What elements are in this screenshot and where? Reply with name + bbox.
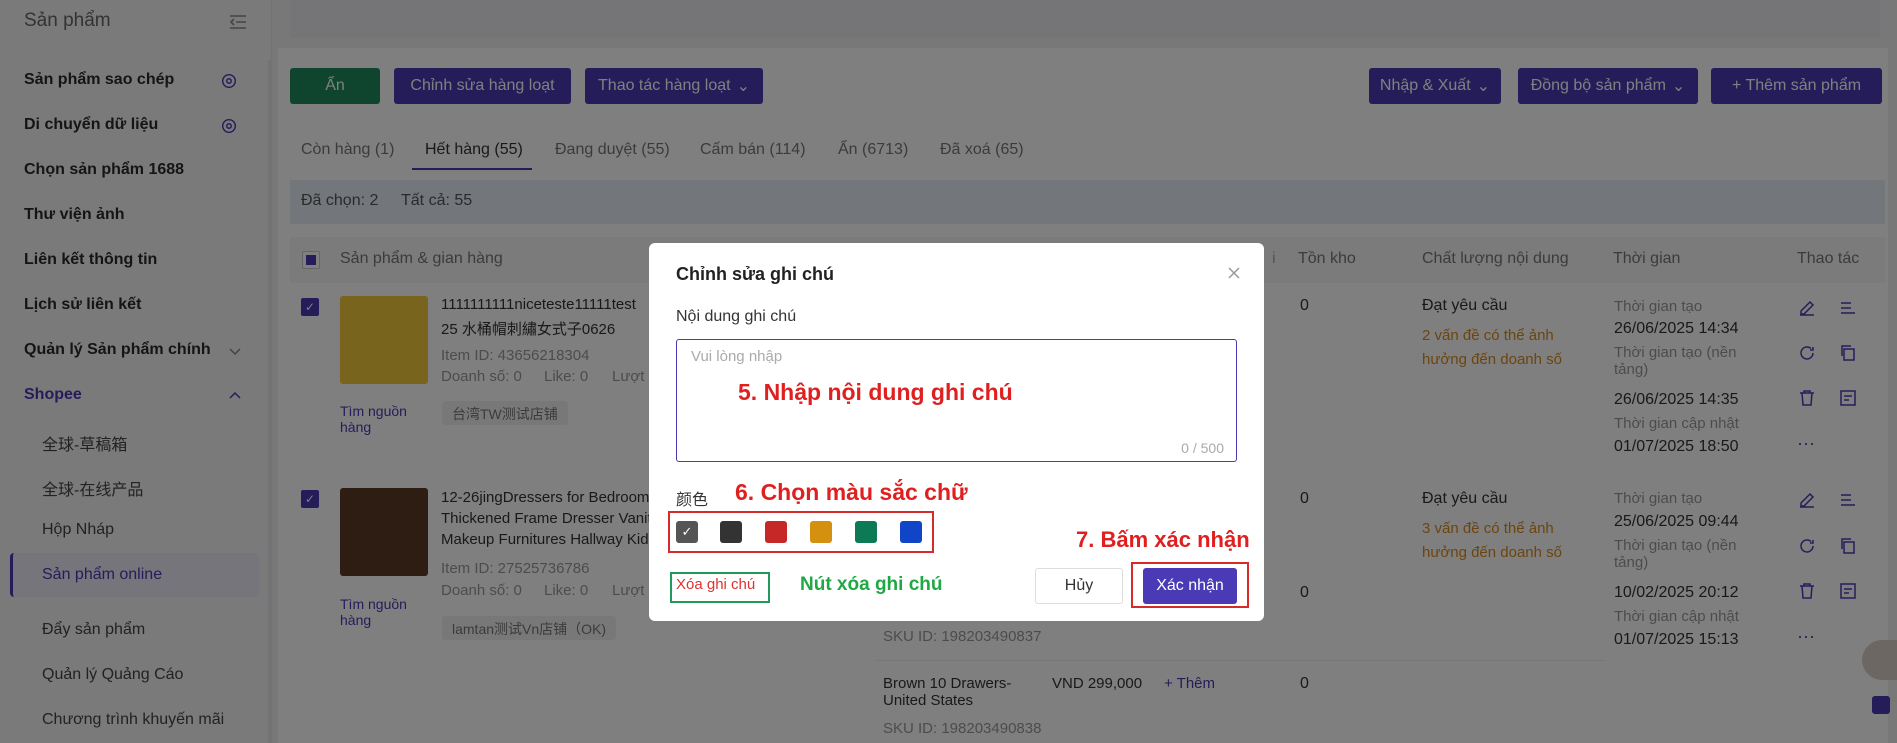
modal-title: Chỉnh sửa ghi chú — [676, 264, 835, 284]
color-swatch-red[interactable] — [765, 521, 787, 543]
note-label: Nội dung ghi chú — [676, 308, 797, 325]
confirm-button[interactable]: Xác nhận — [1143, 568, 1237, 604]
note-placeholder: Vui lòng nhập — [691, 348, 783, 365]
color-swatch-black[interactable] — [720, 521, 742, 543]
color-swatch-blue[interactable] — [900, 521, 922, 543]
annotation-clear-note: Nút xóa ghi chú — [800, 574, 943, 595]
cancel-button[interactable]: Hủy — [1035, 568, 1123, 604]
close-icon[interactable] — [1226, 265, 1242, 281]
color-label: 颜色 — [676, 492, 709, 509]
color-swatch-gray[interactable]: ✓ — [676, 521, 698, 543]
color-swatch-orange[interactable] — [810, 521, 832, 543]
annotation-step6: 6. Chọn màu sắc chữ — [735, 479, 968, 505]
char-counter: 0 / 500 — [1181, 440, 1224, 456]
edit-note-modal: Chỉnh sửa ghi chú Nội dung ghi chú Vui l… — [649, 243, 1264, 621]
annotation-step7: 7. Bấm xác nhận — [1076, 527, 1250, 552]
annotation-step5: 5. Nhập nội dung ghi chú — [738, 379, 1013, 405]
color-highlight-box — [668, 511, 934, 553]
clear-note-button[interactable]: Xóa ghi chú — [676, 576, 755, 593]
color-swatch-green[interactable] — [855, 521, 877, 543]
